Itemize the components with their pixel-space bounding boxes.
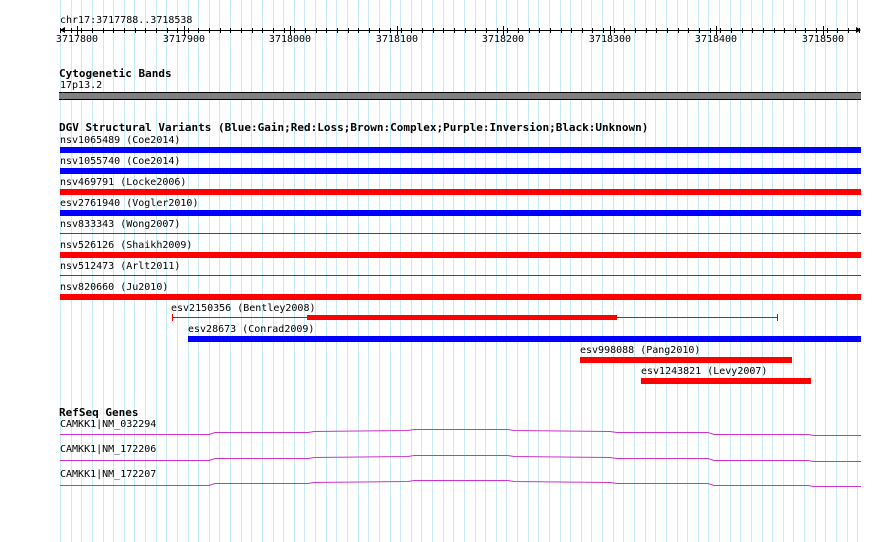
gene-label: CAMKK1|NM_172206 — [60, 444, 157, 455]
gene-label: CAMKK1|NM_172207 — [60, 469, 157, 480]
gene-model-nm-032294 — [60, 429, 861, 436]
gene-models — [60, 429, 861, 487]
genome-browser-viewer: chr17:3717788..3718538 3717800 3717900 371… — [0, 0, 890, 542]
gene-model-nm-172207 — [60, 480, 861, 487]
gene-model-nm-172206 — [60, 455, 861, 462]
